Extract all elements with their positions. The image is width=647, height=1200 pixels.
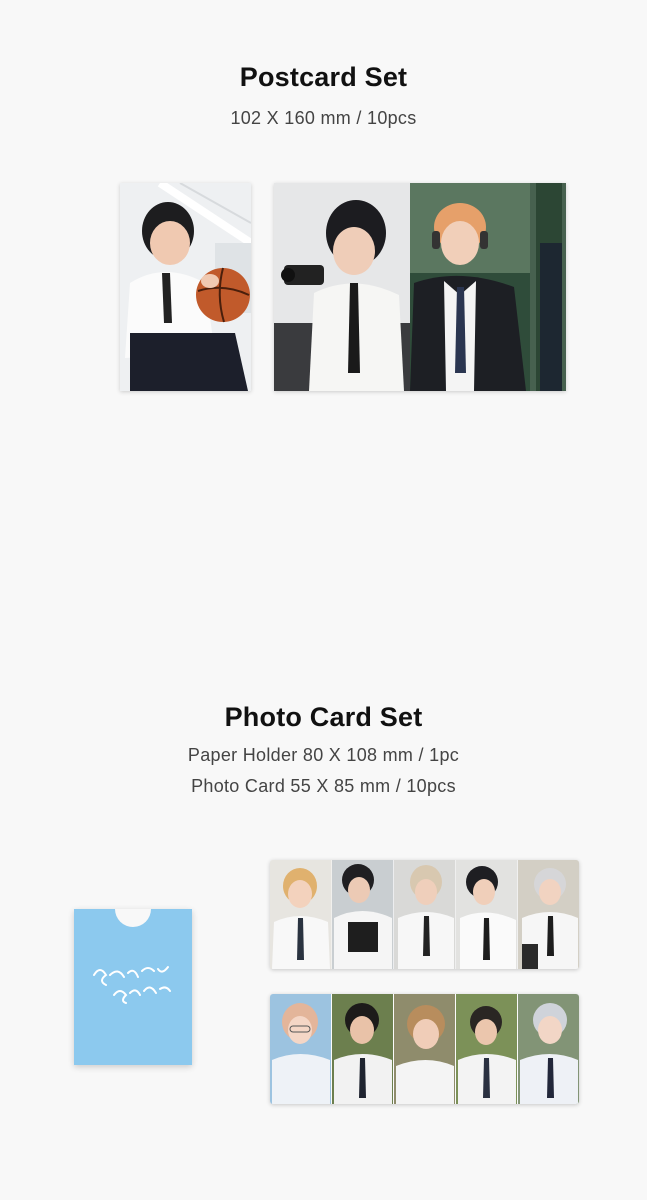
photocard-strip-top bbox=[270, 860, 579, 969]
photocard-7-image bbox=[332, 994, 393, 1104]
photocard-8 bbox=[394, 994, 456, 1104]
photocard-strip-bottom bbox=[270, 994, 579, 1104]
photocard-6 bbox=[270, 994, 332, 1104]
postcard-basketball-image bbox=[120, 183, 251, 391]
photocard-8-image bbox=[394, 994, 455, 1104]
photocard-title: Photo Card Set bbox=[224, 702, 423, 732]
photocard-5 bbox=[518, 860, 579, 969]
photocard-2 bbox=[332, 860, 394, 969]
photocard-7 bbox=[332, 994, 394, 1104]
photocard-4-image bbox=[456, 860, 517, 969]
photocard-6-image bbox=[270, 994, 331, 1104]
photocard-4 bbox=[456, 860, 518, 969]
photocard-5-image bbox=[518, 860, 579, 969]
photocard-9 bbox=[456, 994, 518, 1104]
postcard-title: Postcard Set bbox=[239, 62, 408, 92]
photocard-9-image bbox=[456, 994, 517, 1104]
photocard-1-image bbox=[270, 860, 331, 969]
photocard-3 bbox=[394, 860, 456, 969]
photocard-spec-holder: Paper Holder 80 X 108 mm / 1pc bbox=[187, 745, 460, 765]
photocard-spec-card: Photo Card 55 X 85 mm / 10pcs bbox=[191, 776, 456, 796]
photocard-3-image bbox=[394, 860, 455, 969]
photocard-10 bbox=[518, 994, 579, 1104]
postcard-spread-image bbox=[274, 183, 566, 391]
photocard-2-image bbox=[332, 860, 393, 969]
photocard-1 bbox=[270, 860, 332, 969]
photocard-10-image bbox=[518, 994, 579, 1104]
holder-logo-artwork bbox=[93, 966, 171, 1004]
paper-holder bbox=[74, 909, 192, 1065]
postcard-spec: 102 X 160 mm / 10pcs bbox=[230, 108, 417, 128]
postcard-basketball-photo bbox=[120, 183, 251, 391]
postcard-spread-photo bbox=[274, 183, 566, 391]
